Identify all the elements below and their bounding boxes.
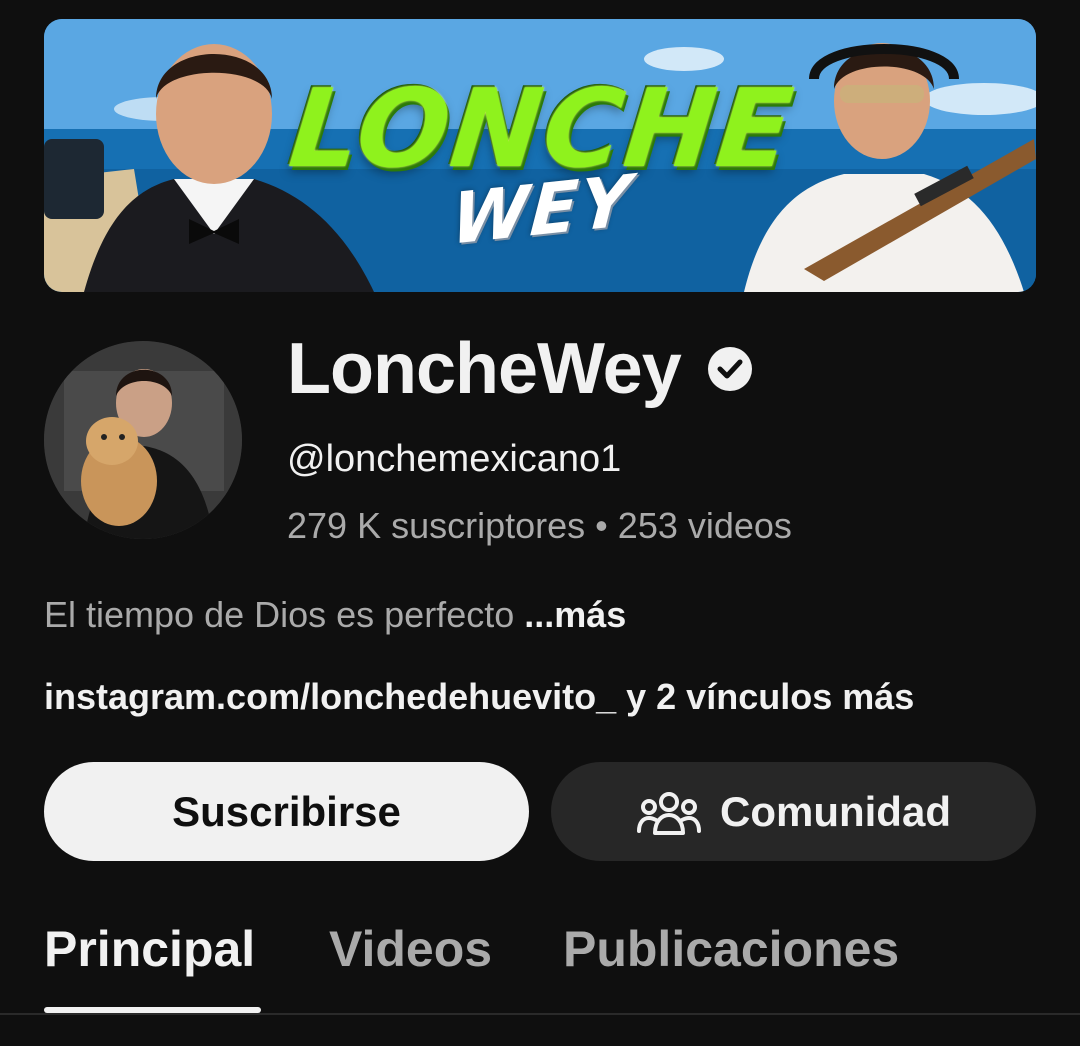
people-group-icon (636, 787, 702, 837)
tab-principal[interactable]: Principal (44, 920, 255, 978)
tab-publicaciones[interactable]: Publicaciones (563, 920, 899, 978)
channel-description[interactable]: El tiempo de Dios es perfecto ...más (44, 594, 626, 636)
description-more-link[interactable]: ...más (524, 594, 626, 635)
channel-name: LoncheWey (287, 329, 682, 409)
subscribe-button[interactable]: Suscribirse (44, 762, 529, 861)
tab-videos[interactable]: Videos (329, 920, 492, 978)
subscribe-label: Suscribirse (172, 787, 401, 835)
channel-handle: @lonchemexicano1 (287, 438, 622, 480)
stats-separator: • (595, 505, 608, 546)
tabs-divider (0, 1013, 1080, 1015)
video-count: 253 videos (617, 505, 792, 546)
channel-banner: LONCHE WEY (44, 19, 1036, 292)
community-label: Comunidad (720, 787, 951, 835)
avatar-image (44, 341, 242, 539)
description-text: El tiempo de Dios es perfecto (44, 594, 515, 635)
channel-title-row: LoncheWey (287, 326, 753, 412)
channel-stats: 279 K suscriptores • 253 videos (287, 505, 792, 547)
channel-avatar[interactable] (44, 341, 242, 539)
verified-check-icon (707, 346, 753, 392)
community-button[interactable]: Comunidad (551, 762, 1036, 861)
channel-links[interactable]: instagram.com/lonchedehuevito_ y 2 víncu… (44, 676, 914, 718)
subscriber-count: 279 K suscriptores (287, 505, 586, 546)
